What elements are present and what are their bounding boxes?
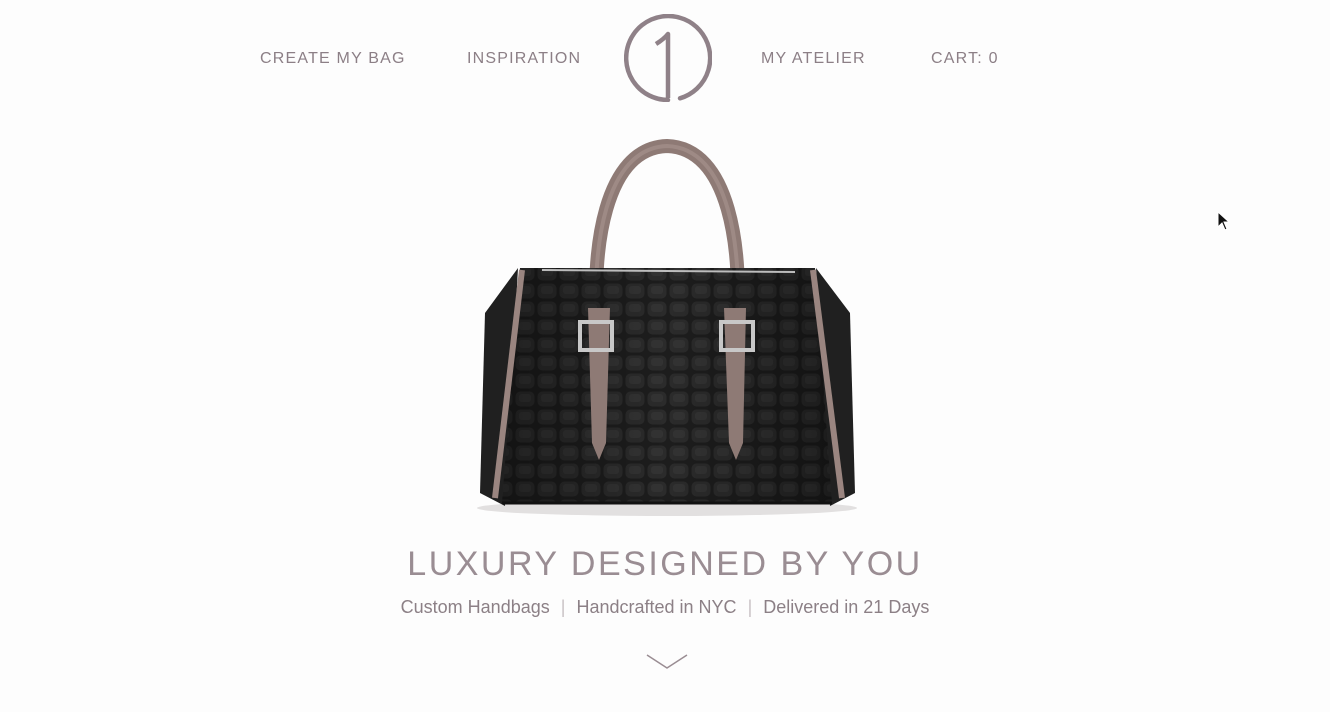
feature-custom-handbags: Custom Handbags [400, 597, 550, 617]
feature-separator: | [747, 597, 753, 617]
logo-icon[interactable] [624, 14, 712, 102]
handbag-image [477, 138, 857, 516]
mouse-cursor-icon [1217, 211, 1231, 231]
page: CREATE MY BAG INSPIRATION MY ATELIER CAR… [0, 0, 1330, 712]
chevron-down-icon[interactable] [645, 652, 689, 672]
nav-cart[interactable]: CART: 0 [931, 50, 999, 68]
feature-handcrafted: Handcrafted in NYC [576, 597, 737, 617]
feature-separator: | [560, 597, 566, 617]
hero-tagline: LUXURY DESIGNED BY YOU [407, 545, 923, 583]
feature-delivery: Delivered in 21 Days [763, 597, 930, 617]
nav-my-atelier[interactable]: MY ATELIER [761, 50, 866, 68]
nav-create-my-bag[interactable]: CREATE MY BAG [260, 50, 406, 68]
feature-list: Custom Handbags | Handcrafted in NYC | D… [0, 597, 1330, 618]
nav-inspiration[interactable]: INSPIRATION [467, 50, 581, 68]
